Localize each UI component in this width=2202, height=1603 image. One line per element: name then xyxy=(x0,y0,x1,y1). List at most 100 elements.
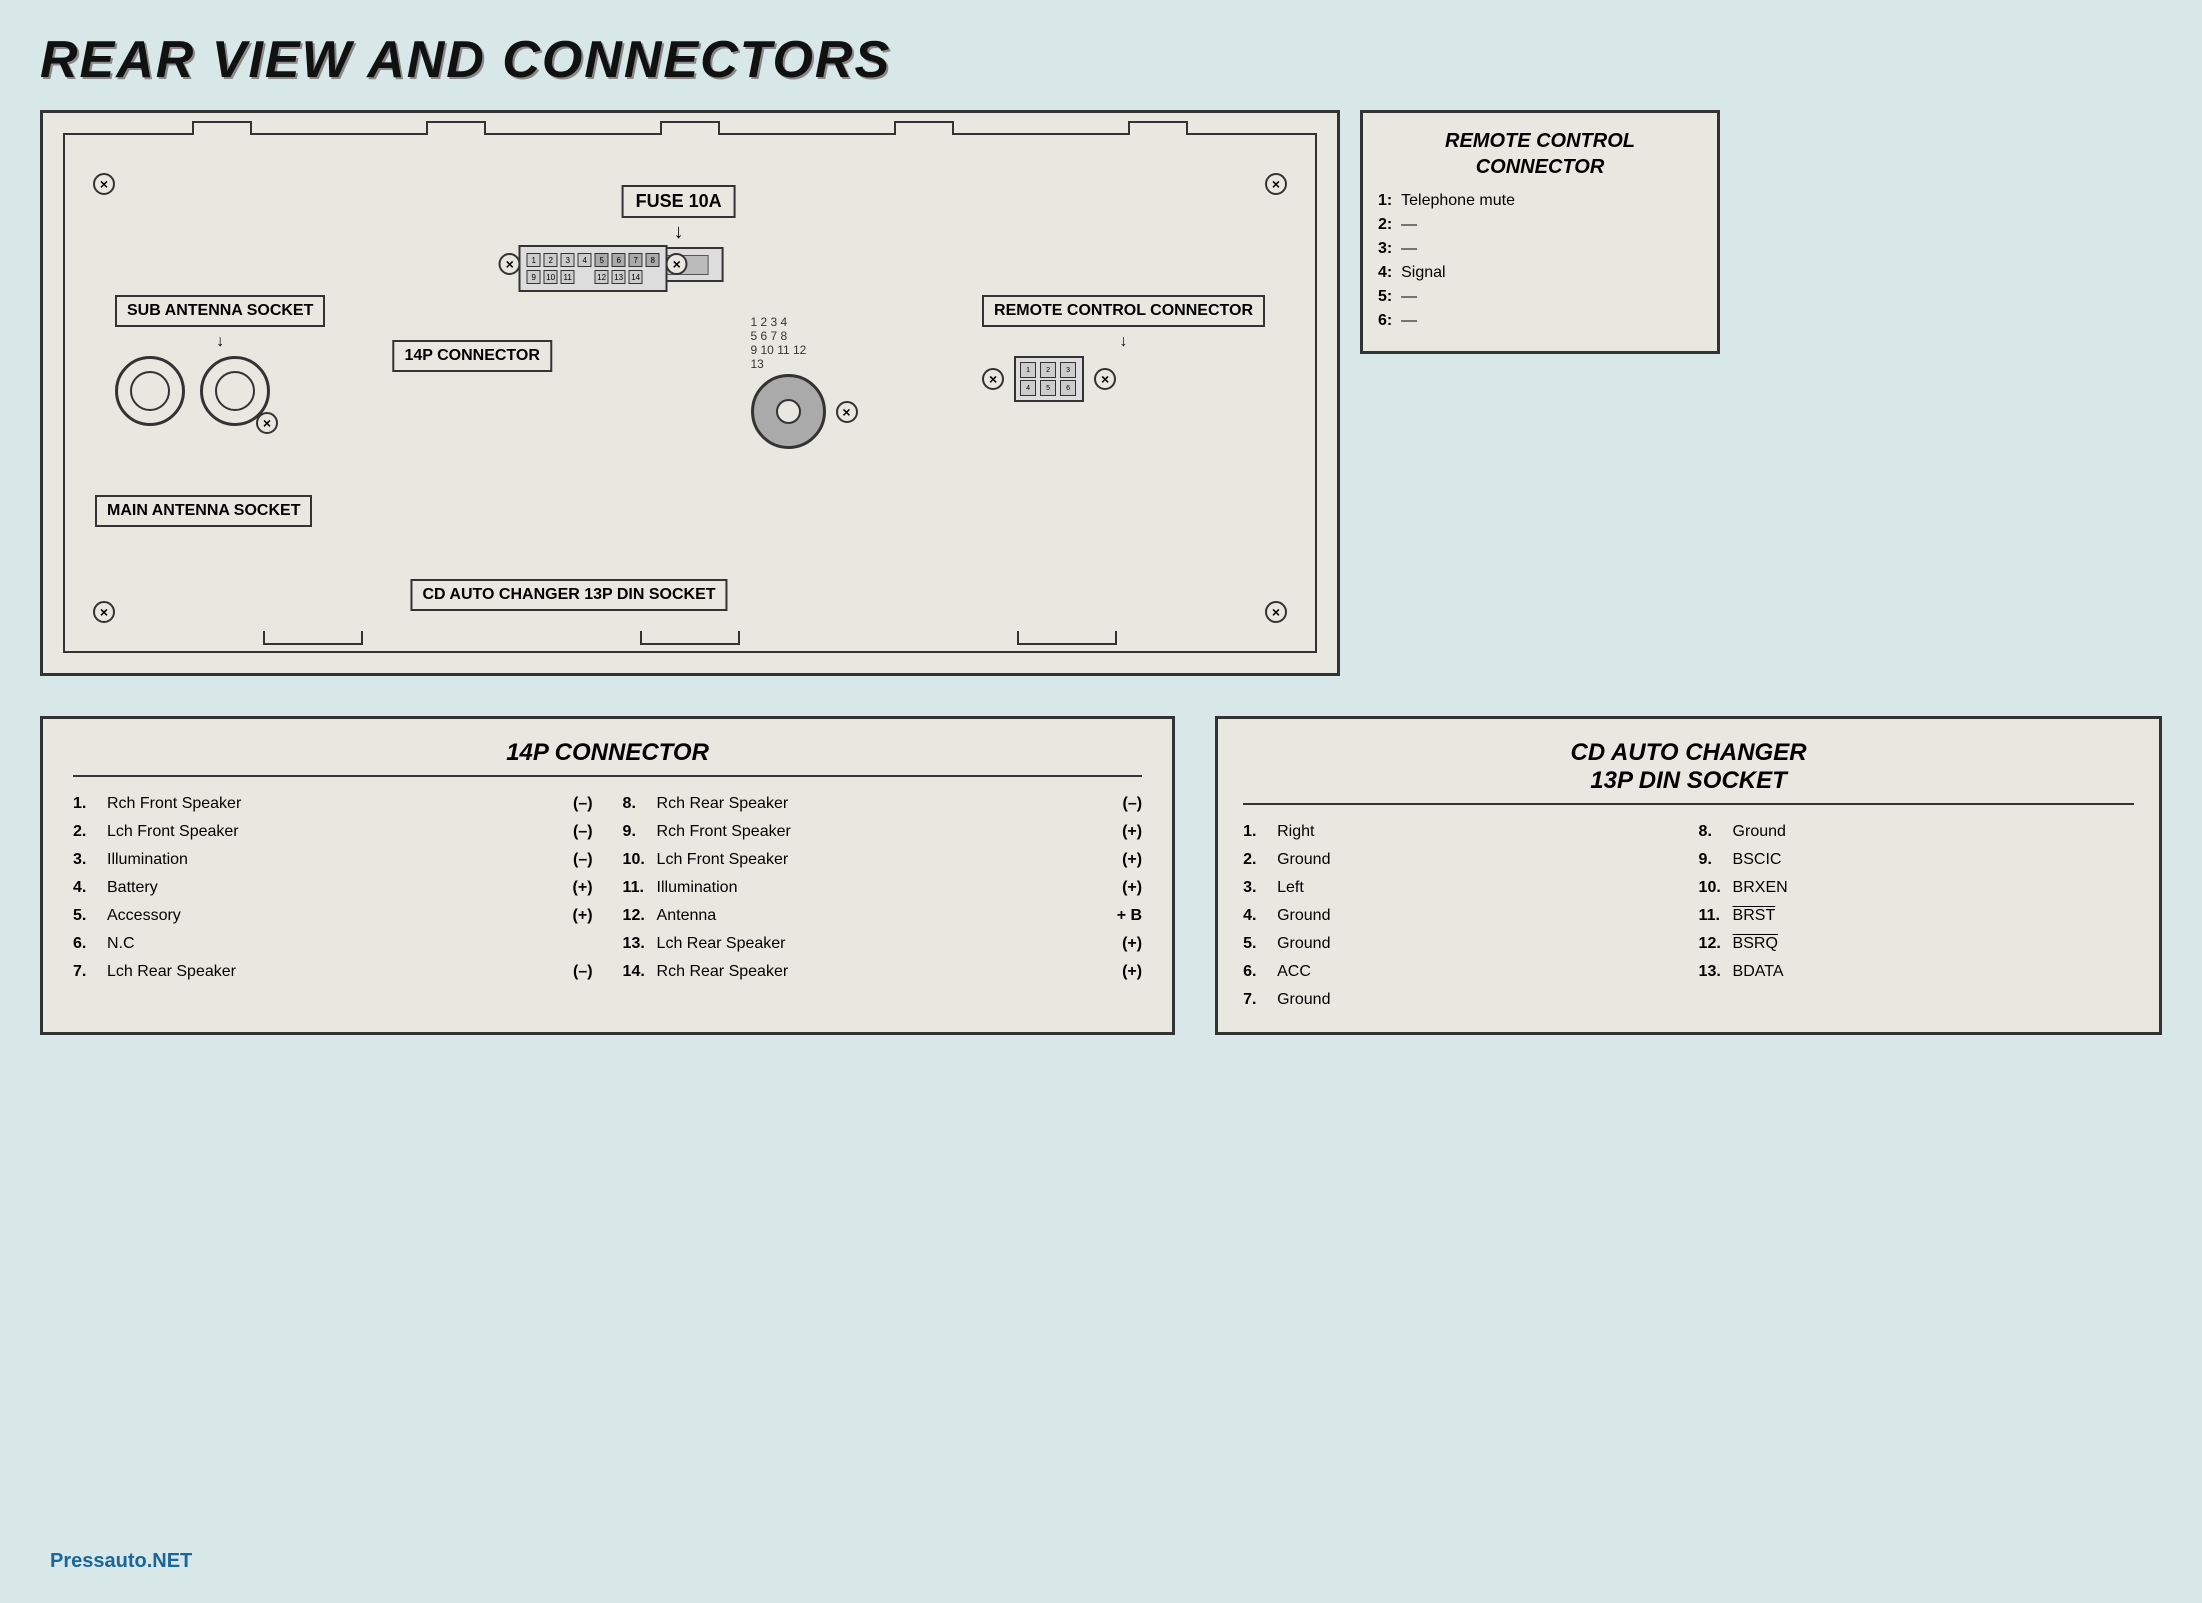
cd-visual: × xyxy=(751,374,858,449)
cd-item-13: 13. BDATA xyxy=(1699,960,2134,984)
sub-antenna-arrow: ↓ xyxy=(115,333,325,351)
conn-item-11: 11. Illumination (+) xyxy=(623,876,1143,900)
14p-connector-items: 1. Rch Front Speaker (–) 8. Rch Rear Spe… xyxy=(73,792,1142,984)
device-content: FUSE 10A ↓ 1 2 xyxy=(85,165,1295,631)
cd-num-row3: 9 10 11 12 xyxy=(751,343,858,357)
pin-9: 9 xyxy=(527,270,541,284)
cd-item-12: 12. BSRQ xyxy=(1699,932,2134,956)
bottom-tab-2 xyxy=(640,631,740,645)
rp-3: 3 xyxy=(1060,362,1076,378)
rp-6: 6 xyxy=(1060,380,1076,396)
pin-6: 6 xyxy=(612,253,626,267)
bottom-tab-1 xyxy=(263,631,363,645)
pin-gap xyxy=(578,270,592,284)
top-tab-2 xyxy=(426,121,486,135)
remote-item-6: 6: — xyxy=(1378,312,1702,330)
pin-8: 8 xyxy=(646,253,660,267)
antenna-circles-row: × xyxy=(115,356,325,426)
pin-4: 4 xyxy=(578,253,592,267)
cd-section-diagram: 1 2 3 4 5 6 7 8 9 10 11 12 13 × xyxy=(751,315,858,449)
conn-item-3: 3. Illumination (–) xyxy=(73,848,593,872)
cd-item-5: 5. Ground xyxy=(1243,932,1678,956)
cd-item-3: 3. Left xyxy=(1243,876,1678,900)
top-tab-5 xyxy=(1128,121,1188,135)
top-tab-4 xyxy=(894,121,954,135)
cross-right: × xyxy=(666,253,688,275)
main-antenna-label: MAIN ANTENNA SOCKET xyxy=(95,495,312,527)
device-inner: FUSE 10A ↓ 1 2 xyxy=(63,133,1317,653)
pin-10: 10 xyxy=(544,270,558,284)
pin-row-2: 9 10 11 12 13 14 xyxy=(527,270,660,284)
conn-item-2: 2. Lch Front Speaker (–) xyxy=(73,820,593,844)
remote-cross-right: × xyxy=(1094,368,1116,390)
conn-item-1: 1. Rch Front Speaker (–) xyxy=(73,792,593,816)
remote-connector-label: REMOTE CONTROL CONNECTOR xyxy=(982,295,1265,327)
pin-7: 7 xyxy=(629,253,643,267)
corner-cross-bl: × xyxy=(93,601,115,623)
remote-pins: 1 2 3 4 5 6 xyxy=(1020,362,1078,396)
cd-item-10: 10. BRXEN xyxy=(1699,876,2134,900)
remote-pin-grid: 1 2 3 4 5 6 xyxy=(1014,356,1084,402)
cd-num-labels: 1 2 3 4 5 6 7 8 9 10 11 12 13 xyxy=(751,315,858,371)
pin-3: 3 xyxy=(561,253,575,267)
cd-num-row4: 13 xyxy=(751,357,858,371)
antenna-inner-1 xyxy=(130,371,170,411)
bottom-tab-3 xyxy=(1017,631,1117,645)
cd-item-empty xyxy=(1699,988,2134,1012)
conn-item-10: 10. Lch Front Speaker (+) xyxy=(623,848,1143,872)
cd-cross: × xyxy=(836,401,858,423)
antenna-circle-1 xyxy=(115,356,185,426)
antenna-cross: × xyxy=(256,412,278,434)
pin-row-1: 1 2 3 4 5 6 7 8 xyxy=(527,253,660,267)
rp-2: 2 xyxy=(1040,362,1056,378)
antenna-2-wrapper: × xyxy=(200,356,270,426)
remote-arrow: ↓ xyxy=(982,333,1265,351)
remote-item-4: 4: Signal xyxy=(1378,264,1702,282)
remote-info-box: REMOTE CONTROL CONNECTOR 1: Telephone mu… xyxy=(1360,110,1720,354)
14p-table-title: 14P CONNECTOR xyxy=(73,739,1142,777)
pin-11: 11 xyxy=(561,270,575,284)
diagram-area: FUSE 10A ↓ 1 2 xyxy=(40,110,2162,676)
conn-item-6: 6. N.C xyxy=(73,932,593,956)
cd-item-7: 7. Ground xyxy=(1243,988,1678,1012)
cd-item-2: 2. Ground xyxy=(1243,848,1678,872)
cd-num-row2: 5 6 7 8 xyxy=(751,329,858,343)
bottom-tabs xyxy=(125,631,1255,645)
pin-14: 14 xyxy=(629,270,643,284)
conn-item-9: 9. Rch Front Speaker (+) xyxy=(623,820,1143,844)
sub-antenna-section: SUB ANTENNA SOCKET ↓ × xyxy=(115,295,325,426)
watermark: Pressauto.NET xyxy=(50,1550,192,1573)
cd-item-4: 4. Ground xyxy=(1243,904,1678,928)
14p-connector-table: 14P CONNECTOR 1. Rch Front Speaker (–) 8… xyxy=(40,716,1175,1035)
pin-5: 5 xyxy=(595,253,609,267)
remote-cross-left: × xyxy=(982,368,1004,390)
cd-table-title: CD AUTO CHANGER 13P DIN SOCKET xyxy=(1243,739,2134,805)
pin-1: 1 xyxy=(527,253,541,267)
rp-1: 1 xyxy=(1020,362,1036,378)
remote-section-diagram: REMOTE CONTROL CONNECTOR ↓ × 1 2 3 4 5 xyxy=(982,295,1265,402)
fuse-label: FUSE 10A xyxy=(622,185,736,218)
rp-5: 5 xyxy=(1040,380,1056,396)
device-diagram: FUSE 10A ↓ 1 2 xyxy=(40,110,1340,676)
top-tab-1 xyxy=(192,121,252,135)
cd-item-1: 1. Right xyxy=(1243,820,1678,844)
conn-item-7: 7. Lch Rear Speaker (–) xyxy=(73,960,593,984)
remote-item-5: 5: — xyxy=(1378,288,1702,306)
14p-label-box: 14P CONNECTOR xyxy=(392,340,551,372)
antenna-inner-2 xyxy=(215,371,255,411)
page-title: REAR VIEW AND CONNECTORS xyxy=(40,30,2162,90)
corner-cross-tl: × xyxy=(93,173,115,195)
rp-4: 4 xyxy=(1020,380,1036,396)
cd-item-9: 9. BSCIC xyxy=(1699,848,2134,872)
conn-item-14: 14. Rch Rear Speaker (+) xyxy=(623,960,1143,984)
corner-cross-tr: × xyxy=(1265,173,1287,195)
conn-item-8: 8. Rch Rear Speaker (–) xyxy=(623,792,1143,816)
cd-item-6: 6. ACC xyxy=(1243,960,1678,984)
cd-diagram-label: CD AUTO CHANGER 13P DIN SOCKET xyxy=(410,579,727,611)
conn-item-13: 13. Lch Rear Speaker (+) xyxy=(623,932,1143,956)
pin-2: 2 xyxy=(544,253,558,267)
cd-num-row1: 1 2 3 4 xyxy=(751,315,858,329)
conn-item-12: 12. Antenna + B xyxy=(623,904,1143,928)
cd-hole xyxy=(776,399,801,424)
corner-cross-br: × xyxy=(1265,601,1287,623)
